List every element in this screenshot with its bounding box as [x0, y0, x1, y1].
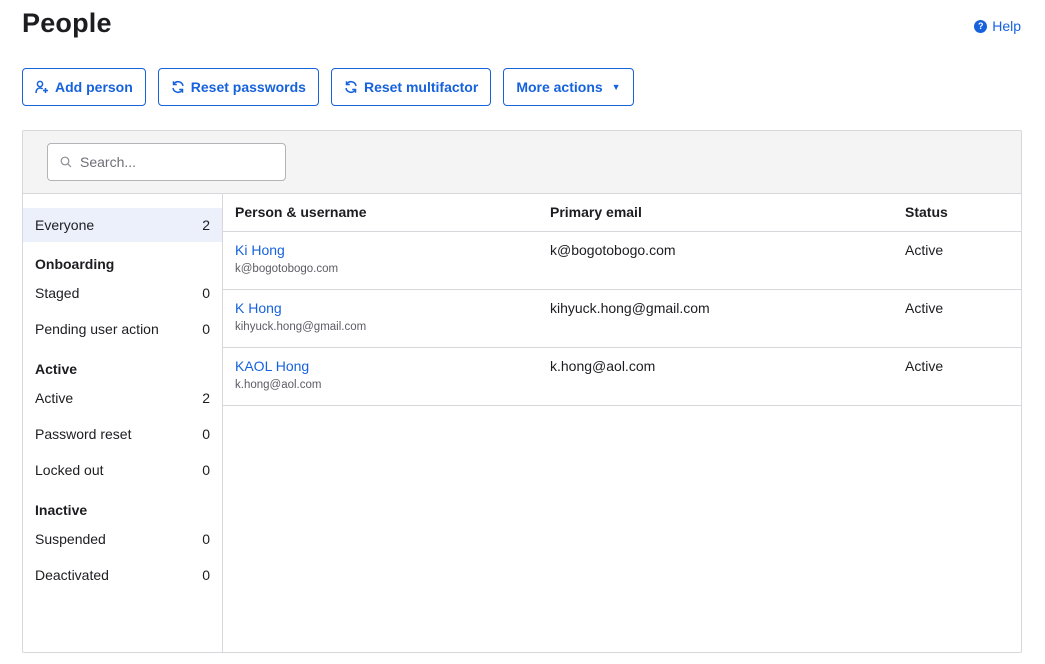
- sidebar-item-label: Suspended: [35, 531, 106, 547]
- sidebar-heading-inactive: Inactive: [35, 502, 88, 518]
- person-name-link[interactable]: K Hong: [235, 300, 526, 316]
- sidebar-item-label: Deactivated: [35, 567, 109, 583]
- sidebar-item-count: 2: [202, 390, 210, 406]
- sidebar-item-count: 0: [202, 567, 210, 583]
- email-cell: k@bogotobogo.com: [538, 231, 893, 290]
- table-row: Ki Hong k@bogotobogo.com k@bogotobogo.co…: [223, 231, 1021, 290]
- sidebar-item-label: Pending user action: [35, 321, 159, 337]
- add-person-icon: [35, 80, 48, 94]
- email-cell: k.hong@aol.com: [538, 347, 893, 406]
- help-label: Help: [992, 18, 1021, 34]
- reset-passwords-button[interactable]: Reset passwords: [157, 68, 319, 106]
- sidebar-item-count: 0: [202, 531, 210, 547]
- sidebar-item-everyone[interactable]: Everyone 2: [23, 208, 222, 242]
- people-table-area: Person & username Primary email Status K…: [223, 194, 1021, 653]
- sidebar-item-count: 2: [202, 217, 210, 233]
- sidebar-item-label: Password reset: [35, 426, 132, 442]
- sidebar-item-label: Staged: [35, 285, 80, 301]
- help-link[interactable]: ? Help: [974, 18, 1021, 34]
- sidebar-item-count: 0: [202, 321, 210, 337]
- person-cell: Ki Hong k@bogotobogo.com: [223, 231, 538, 290]
- people-table: Person & username Primary email Status K…: [223, 194, 1021, 406]
- sidebar-item-label: Everyone: [35, 217, 95, 233]
- sidebar-item-locked-out[interactable]: Locked out 0: [23, 452, 222, 488]
- sidebar-item-label: Active: [35, 390, 74, 406]
- add-person-label: Add person: [55, 79, 133, 95]
- sidebar-item-pending-user-action[interactable]: Pending user action 0: [23, 311, 222, 347]
- person-name-link[interactable]: KAOL Hong: [235, 358, 526, 374]
- sidebar-item-count: 0: [202, 462, 210, 478]
- sidebar-heading-active: Active: [35, 361, 78, 377]
- status-cell: Active: [893, 231, 1021, 290]
- person-username: k@bogotobogo.com: [235, 262, 339, 275]
- sidebar-item-suspended[interactable]: Suspended 0: [23, 521, 222, 557]
- sidebar-item-label: Locked out: [35, 462, 104, 478]
- reset-passwords-label: Reset passwords: [190, 79, 306, 95]
- help-icon: ?: [974, 19, 988, 33]
- person-username: k.hong@aol.com: [235, 378, 322, 391]
- refresh-icon: [345, 80, 357, 94]
- caret-down-icon: ▼: [611, 82, 621, 92]
- status-cell: Active: [893, 289, 1021, 348]
- sidebar-item-count: 0: [202, 426, 210, 442]
- person-cell: KAOL Hong k.hong@aol.com: [223, 347, 538, 406]
- person-name-link[interactable]: Ki Hong: [235, 242, 526, 258]
- search-icon: [60, 156, 72, 168]
- reset-multifactor-button[interactable]: Reset multifactor: [330, 68, 492, 106]
- sidebar-item-staged[interactable]: Staged 0: [23, 275, 222, 311]
- person-username: kihyuck.hong@gmail.com: [235, 320, 367, 333]
- search-bar: [23, 131, 1021, 194]
- panel-body: Everyone 2 Onboarding Staged 0 Pending u…: [23, 194, 1021, 653]
- status-sidebar: Everyone 2 Onboarding Staged 0 Pending u…: [23, 194, 223, 653]
- status-cell: Active: [893, 347, 1021, 406]
- refresh-icon: [172, 80, 184, 94]
- column-header-status: Status: [893, 194, 1021, 232]
- table-header-row: Person & username Primary email Status: [223, 194, 1021, 232]
- sidebar-item-deactivated[interactable]: Deactivated 0: [23, 557, 222, 593]
- sidebar-heading-onboarding: Onboarding: [35, 256, 115, 272]
- sidebar-item-active[interactable]: Active 2: [23, 380, 222, 416]
- toolbar: Add person Reset passwords Reset multifa…: [22, 68, 634, 106]
- search-input[interactable]: [80, 154, 260, 170]
- page-title: People: [22, 8, 112, 38]
- column-header-email: Primary email: [538, 194, 893, 232]
- email-cell: kihyuck.hong@gmail.com: [538, 289, 893, 348]
- person-cell: K Hong kihyuck.hong@gmail.com: [223, 289, 538, 348]
- more-actions-label: More actions: [516, 79, 603, 95]
- more-actions-button[interactable]: More actions ▼: [503, 68, 634, 106]
- table-row: KAOL Hong k.hong@aol.com k.hong@aol.com …: [223, 347, 1021, 406]
- search-box[interactable]: [47, 143, 286, 181]
- sidebar-item-count: 0: [202, 285, 210, 301]
- add-person-button[interactable]: Add person: [22, 68, 146, 106]
- table-row: K Hong kihyuck.hong@gmail.com kihyuck.ho…: [223, 289, 1021, 348]
- reset-multifactor-label: Reset multifactor: [363, 79, 479, 95]
- people-panel: Everyone 2 Onboarding Staged 0 Pending u…: [22, 130, 1022, 653]
- sidebar-item-password-reset[interactable]: Password reset 0: [23, 416, 222, 452]
- column-header-person: Person & username: [223, 194, 538, 232]
